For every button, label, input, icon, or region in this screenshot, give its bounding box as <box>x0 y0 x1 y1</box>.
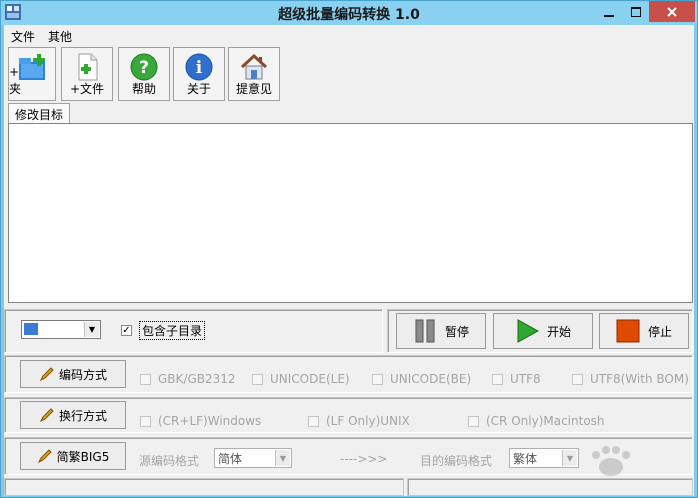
add-folder-button[interactable]: +文件夹 <box>8 47 56 101</box>
target-encoding-label: 目的编码格式 <box>420 454 493 468</box>
conversion-arrow: ---->>> <box>340 452 388 466</box>
include-subdirs-label: 包含子目录 <box>139 321 206 340</box>
svg-text:?: ? <box>139 58 149 78</box>
help-button[interactable]: ? 帮助 <box>118 47 170 101</box>
lb-unix-checkbox[interactable]: (LF Only)UNIX <box>308 414 410 428</box>
source-encoding-label: 源编码格式 <box>139 454 200 468</box>
status-bar-right <box>407 478 693 496</box>
source-encoding-select[interactable]: 简体 ▼ <box>214 448 292 468</box>
include-subdirs-checkbox[interactable]: ✓ 包含子目录 <box>121 321 206 340</box>
stop-label: 停止 <box>647 324 672 339</box>
about-label: 关于 <box>186 82 211 96</box>
source-encoding-value: 简体 <box>218 452 243 466</box>
lb-mac-label: (CR Only)Macintosh <box>486 414 605 428</box>
encoding-button-label: 编码方式 <box>58 367 107 382</box>
file-add-icon <box>78 53 98 81</box>
svg-text:i: i <box>196 58 203 78</box>
start-label: 开始 <box>546 324 571 339</box>
start-button[interactable]: 开始 <box>493 313 593 349</box>
enc-utf8-checkbox[interactable]: UTF8 <box>492 372 541 386</box>
menu-bar: 文件 其他 <box>4 25 694 45</box>
linebreak-button-label: 换行方式 <box>58 408 107 423</box>
help-label: 帮助 <box>131 82 156 96</box>
target-list[interactable] <box>8 123 693 303</box>
enc-unicode-be-checkbox[interactable]: UNICODE(BE) <box>372 372 471 386</box>
lb-mac-checkbox[interactable]: (CR Only)Macintosh <box>468 414 605 428</box>
maximize-icon <box>631 6 641 17</box>
add-file-label: +文件 <box>69 82 105 96</box>
stop-button[interactable]: 停止 <box>599 313 689 349</box>
pencil-icon <box>37 449 52 464</box>
enc-unicode-be-label: UNICODE(BE) <box>390 372 472 386</box>
enc-gbk-label: GBK/GB2312 <box>158 372 236 386</box>
simplified-big5-button[interactable]: 简繁BIG5 <box>20 442 126 470</box>
window-title: 超级批量编码转换 1.0 <box>278 7 420 23</box>
close-icon <box>667 6 677 17</box>
encoding-button[interactable]: 编码方式 <box>20 360 126 388</box>
minimize-icon <box>604 14 614 17</box>
folder-add-icon <box>19 54 45 80</box>
pencil-icon <box>39 367 54 382</box>
lb-windows-checkbox[interactable]: (CR+LF)Windows <box>140 414 261 428</box>
watermark-logo <box>592 446 630 476</box>
pause-label: 暂停 <box>444 324 469 339</box>
drive-select[interactable]: ▼ <box>21 320 101 339</box>
info-icon: i <box>185 53 213 81</box>
checkbox-box: ✓ <box>121 324 132 336</box>
about-button[interactable]: i 关于 <box>173 47 225 101</box>
stop-icon <box>616 319 640 343</box>
lb-windows-label: (CR+LF)Windows <box>158 414 262 428</box>
minimize-button[interactable] <box>595 1 623 22</box>
lb-unix-label: (LF Only)UNIX <box>326 414 410 428</box>
linebreak-button[interactable]: 换行方式 <box>20 401 126 429</box>
feedback-label: 提意见 <box>235 82 272 96</box>
chevron-down-icon: ▼ <box>84 322 99 337</box>
pencil-icon <box>39 408 54 423</box>
title-bar[interactable]: 超级批量编码转换 1.0 <box>1 1 697 25</box>
play-icon <box>517 319 539 343</box>
enc-utf8-bom-label: UTF8(With BOM) <box>590 372 689 386</box>
pause-button[interactable]: 暂停 <box>396 313 486 349</box>
tab-modify-target[interactable]: 修改目标 <box>8 103 70 123</box>
enc-gbk-checkbox[interactable]: GBK/GB2312 <box>140 372 236 386</box>
status-bar-left <box>4 478 404 496</box>
home-icon <box>240 53 268 80</box>
drive-icon <box>24 323 38 335</box>
help-icon: ? <box>130 53 158 81</box>
pause-icon <box>415 319 435 343</box>
close-button[interactable] <box>649 1 695 22</box>
chevron-down-icon: ▼ <box>275 450 290 466</box>
enc-unicode-le-label: UNICODE(LE) <box>270 372 350 386</box>
menu-other[interactable]: 其他 <box>48 28 72 45</box>
enc-unicode-le-checkbox[interactable]: UNICODE(LE) <box>252 372 350 386</box>
client-area: 文件 其他 +文件夹 <box>4 25 694 496</box>
simplified-big5-label: 简繁BIG5 <box>56 449 110 464</box>
enc-utf8-bom-checkbox[interactable]: UTF8(With BOM) <box>572 372 689 386</box>
add-file-button[interactable]: +文件 <box>61 47 113 101</box>
app-window: 超级批量编码转换 1.0 文件 其他 +文件夹 <box>0 0 698 498</box>
enc-utf8-label: UTF8 <box>510 372 541 386</box>
feedback-button[interactable]: 提意见 <box>228 47 280 101</box>
menu-file[interactable]: 文件 <box>11 28 35 45</box>
maximize-button[interactable] <box>623 1 649 22</box>
